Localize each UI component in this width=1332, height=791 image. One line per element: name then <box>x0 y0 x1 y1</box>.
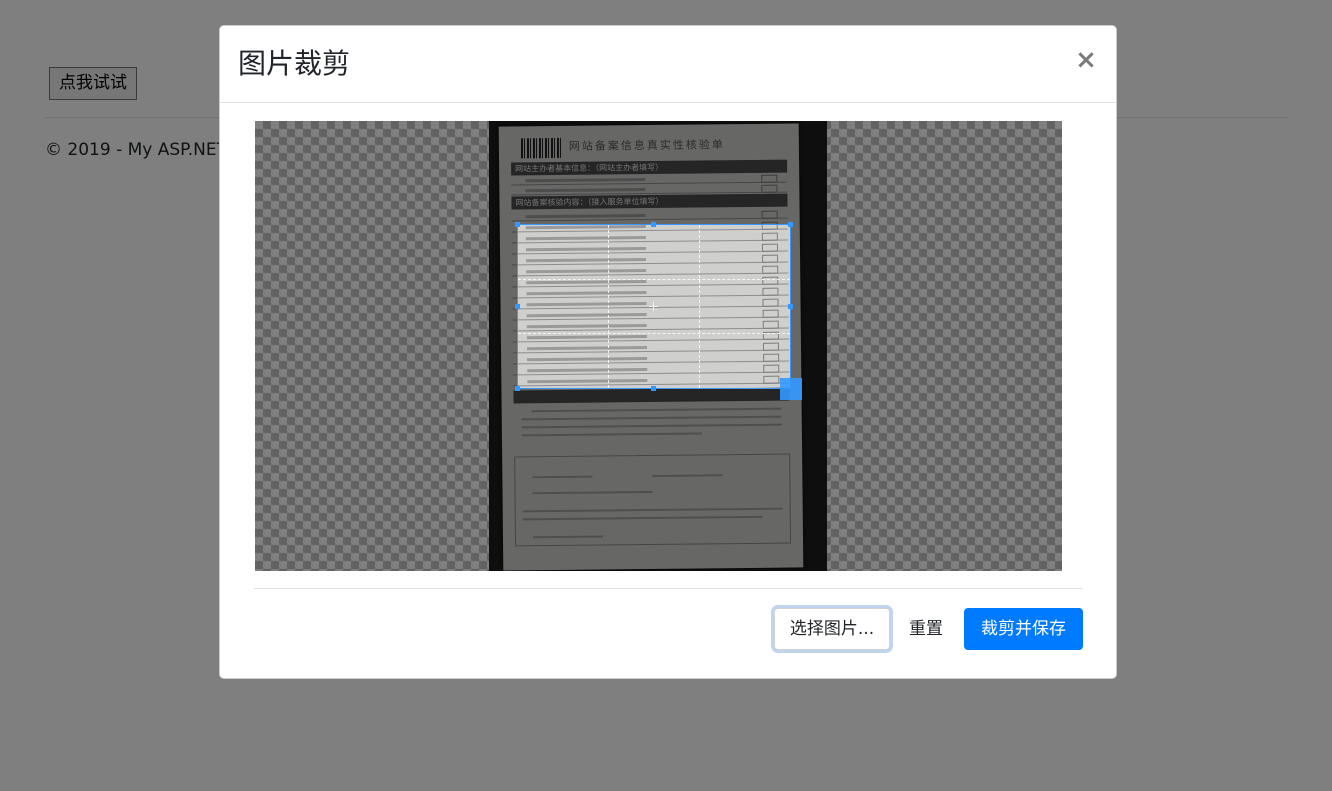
crop-save-button[interactable]: 裁剪并保存 <box>964 608 1083 650</box>
close-icon: × <box>1075 45 1097 75</box>
form-row <box>518 363 790 376</box>
form-row <box>518 286 789 299</box>
crop-box[interactable] <box>515 222 802 400</box>
crop-guide-line <box>518 333 790 334</box>
form-row <box>518 253 789 266</box>
crop-handle-n[interactable] <box>651 222 656 227</box>
form-row <box>518 374 790 387</box>
crop-guide-line <box>699 225 700 388</box>
modal-footer-divider <box>254 588 1083 589</box>
form-row <box>518 242 789 255</box>
reset-button[interactable]: 重置 <box>900 608 952 650</box>
crop-handle-sw[interactable] <box>515 386 520 391</box>
crop-handle-e[interactable] <box>788 304 793 309</box>
form-row <box>518 275 789 288</box>
form-row <box>518 264 789 277</box>
crop-handle-se[interactable] <box>780 378 802 400</box>
form-row <box>518 231 788 244</box>
modal-title: 图片裁剪 <box>238 47 351 80</box>
crop-guide-line <box>518 279 790 280</box>
select-image-button[interactable]: 选择图片... <box>774 608 890 650</box>
crop-handle-s[interactable] <box>651 386 656 391</box>
crop-handle-ne[interactable] <box>788 222 793 227</box>
crop-modal: 图片裁剪 × 网站备案信息真实性核验单 网站主办者基本信息：（网站主办者填写） … <box>219 25 1117 679</box>
crop-guide-line <box>608 225 609 388</box>
crop-handle-nw[interactable] <box>515 222 520 227</box>
image-cropper[interactable]: 网站备案信息真实性核验单 网站主办者基本信息：（网站主办者填写） 网站备案核验内… <box>255 121 1062 571</box>
form-row <box>518 352 790 365</box>
close-button[interactable]: × <box>1074 46 1098 74</box>
form-row <box>518 341 790 354</box>
crop-center-icon <box>649 302 658 311</box>
modal-header: 图片裁剪 × <box>220 26 1116 103</box>
form-row <box>518 319 789 332</box>
crop-handle-w[interactable] <box>515 304 520 309</box>
